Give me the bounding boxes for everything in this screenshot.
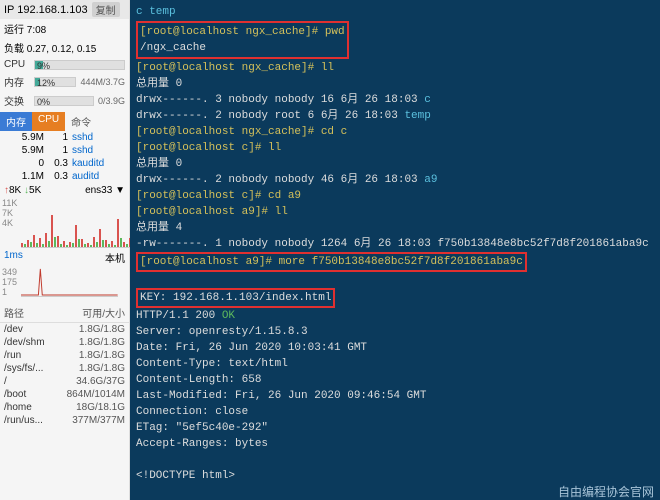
copy-button[interactable]: 复制 bbox=[92, 2, 120, 17]
disk-table: /dev1.8G/1.8G /dev/shm1.8G/1.8G /run1.8G… bbox=[0, 323, 129, 427]
disk-row: /sys/fs/...1.8G/1.8G bbox=[0, 362, 129, 375]
swap-metric: 交换 0% 0/3.9G bbox=[0, 91, 129, 110]
disk-row: /dev/shm1.8G/1.8G bbox=[0, 336, 129, 349]
watermark-text: 自由编程协会官网 bbox=[558, 483, 654, 500]
load-average: 负载 0.27, 0.12, 0.15 bbox=[0, 38, 129, 57]
process-row: 5.9M1sshd bbox=[0, 131, 129, 144]
network-header: ↑8K ↓5K ens33 ▼ bbox=[0, 183, 129, 198]
net-chart-yaxis: 11K7K4K bbox=[0, 198, 17, 248]
process-tabs: 内存 CPU 命令 bbox=[0, 112, 129, 131]
ip-header: IP 192.168.1.103 复制 bbox=[0, 0, 129, 19]
latency-chart bbox=[21, 267, 118, 297]
process-row: 5.9M1sshd bbox=[0, 144, 129, 157]
dropdown-icon[interactable]: ▼ bbox=[115, 185, 125, 196]
tab-memory[interactable]: 内存 bbox=[0, 112, 32, 131]
disk-row: /34.6G/37G bbox=[0, 375, 129, 388]
disk-table-header: 路径可用/大小 bbox=[0, 303, 129, 323]
tab-command[interactable]: 命令 bbox=[65, 112, 97, 131]
disk-row: /run1.8G/1.8G bbox=[0, 349, 129, 362]
system-monitor-sidebar: IP 192.168.1.103 复制 运行 7:08 负载 0.27, 0.1… bbox=[0, 0, 130, 500]
disk-row: /home18G/18.1G bbox=[0, 401, 129, 414]
uptime: 运行 7:08 bbox=[0, 19, 129, 38]
ip-address: IP 192.168.1.103 bbox=[4, 4, 88, 16]
disk-row: /run/us...377M/377M bbox=[0, 414, 129, 427]
highlight-box-key: KEY: 192.168.1.103/index.html bbox=[136, 288, 335, 308]
disk-row: /boot864M/1014M bbox=[0, 388, 129, 401]
tab-cpu[interactable]: CPU bbox=[32, 112, 65, 131]
process-row: 1.1M0.3auditd bbox=[0, 170, 129, 183]
cpu-metric: CPU 9% bbox=[0, 57, 129, 72]
disk-row: /dev1.8G/1.8G bbox=[0, 323, 129, 336]
highlight-box-pwd: [root@localhost ngx_cache]# pwd /ngx_cac… bbox=[136, 21, 349, 59]
latency-header: 1ms 本机 bbox=[0, 248, 129, 267]
process-row: 00.3kauditd bbox=[0, 157, 129, 170]
latency-yaxis: 3491751 bbox=[0, 267, 17, 297]
terminal-pane[interactable]: c temp [root@localhost ngx_cache]# pwd /… bbox=[130, 0, 660, 500]
memory-metric: 内存 12% 444M/3.7G bbox=[0, 72, 129, 91]
process-table: 5.9M1sshd 5.9M1sshd 00.3kauditd 1.1M0.3a… bbox=[0, 131, 129, 183]
highlight-box-more: [root@localhost a9]# more f750b13848e8bc… bbox=[136, 252, 527, 272]
